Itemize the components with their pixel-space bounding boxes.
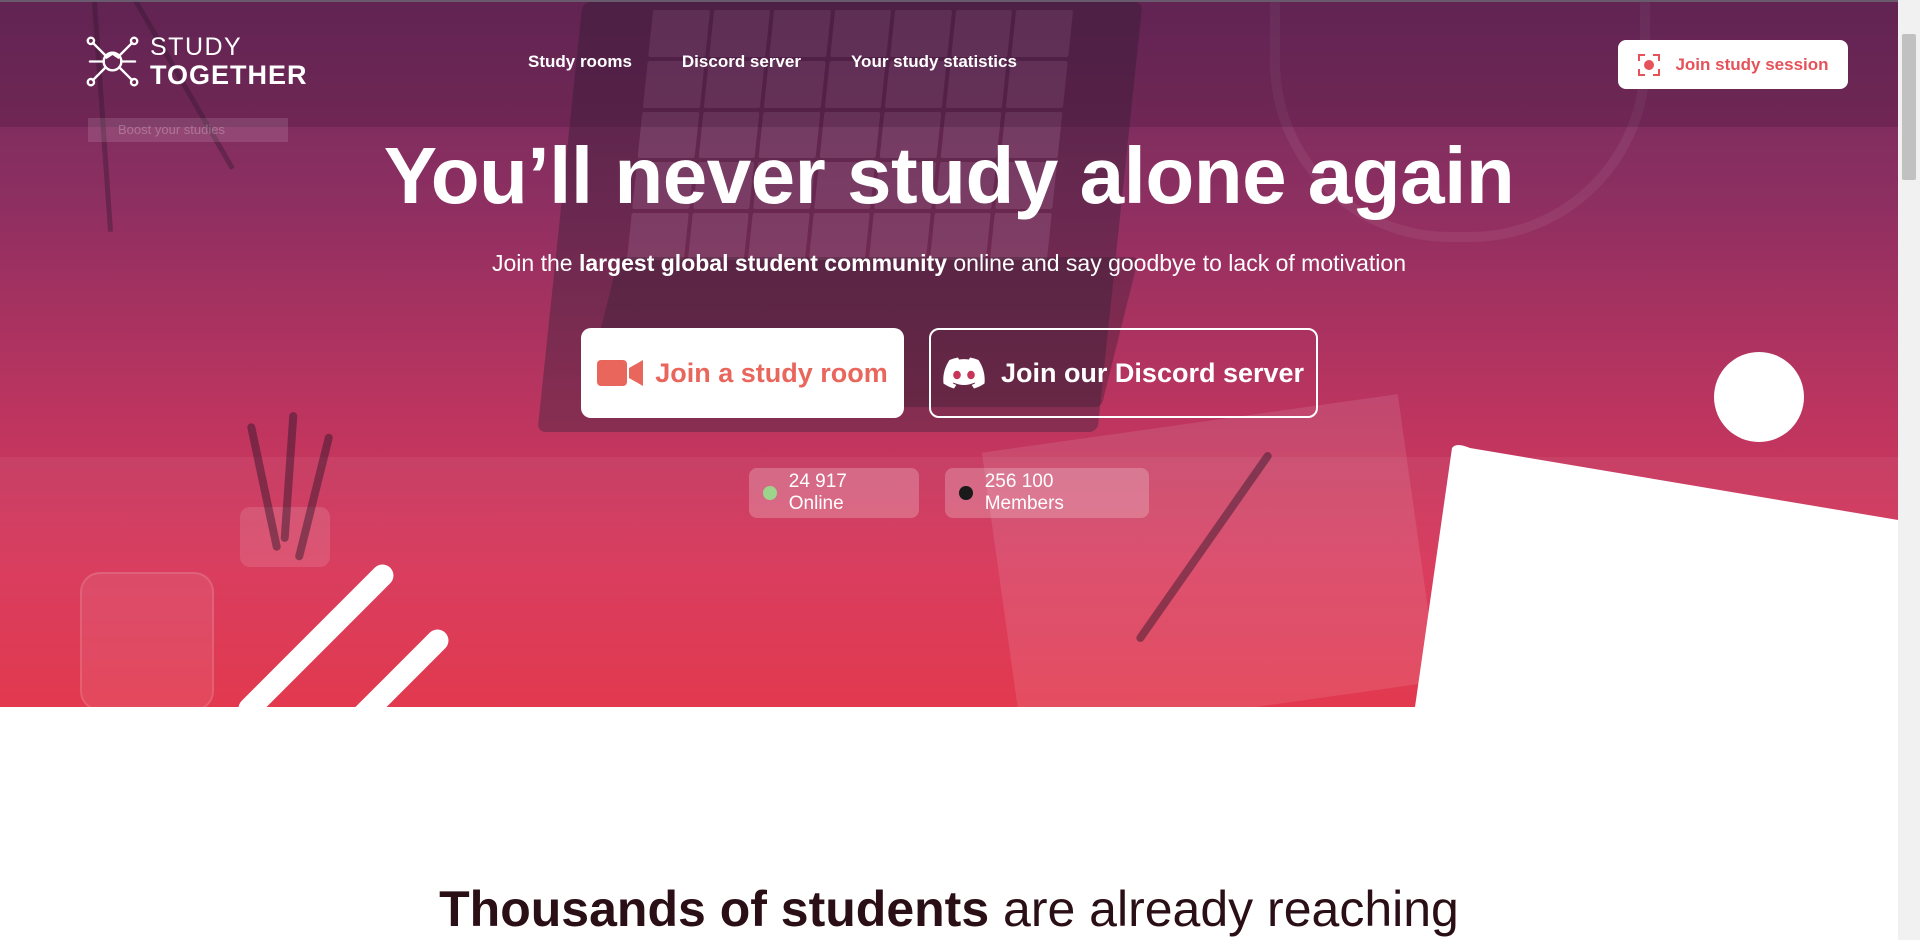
join-discord-button[interactable]: Join our Discord server [929, 328, 1318, 418]
vertical-scrollbar[interactable] [1898, 0, 1920, 940]
brand-line2: TOGETHER [150, 59, 308, 90]
scrollbar-thumb[interactable] [1902, 34, 1916, 180]
video-camera-icon [597, 360, 644, 386]
nav-study-statistics[interactable]: Your study statistics [851, 52, 1017, 72]
online-count: 24 917 Online [788, 471, 847, 514]
record-icon [1638, 53, 1661, 76]
scroll-down-arrow[interactable] [1898, 922, 1920, 940]
section-heading-rest: are already reaching [989, 881, 1459, 937]
subtitle-suffix: online and say goodbye to lack of motiva… [946, 250, 1406, 276]
page: STUDY TOGETHER Boost your studies Study … [0, 0, 1898, 940]
nav-study-rooms[interactable]: Study rooms [528, 52, 632, 72]
discord-icon [943, 357, 985, 389]
hero-subtitle: Join the largest global student communit… [0, 250, 1898, 277]
hero-headline: You’ll never study alone again [383, 131, 1515, 220]
members-count-badge: 256 100 Members [945, 468, 1149, 518]
online-count-badge: 24 917 Online [749, 468, 919, 518]
logo-network-icon [86, 36, 139, 87]
section-heading: Thousands of students are already reachi… [0, 880, 1898, 938]
brand-logo[interactable]: STUDY TOGETHER [85, 34, 308, 89]
scroll-up-arrow[interactable] [1898, 0, 1920, 18]
join-study-room-button[interactable]: Join a study room [581, 328, 904, 418]
brand-name: STUDY TOGETHER [150, 32, 308, 90]
subtitle-prefix: Join the [491, 250, 579, 276]
brand-line1: STUDY [150, 32, 243, 61]
join-study-session-button[interactable]: Join study session [1618, 40, 1848, 89]
members-status-dot [959, 486, 973, 500]
nav-discord-server[interactable]: Discord server [682, 52, 801, 72]
section-heading-bold: Thousands of students [439, 881, 990, 937]
window-top-border [0, 0, 1920, 2]
join-discord-label: Join our Discord server [1000, 357, 1305, 388]
join-study-room-label: Join a study room [655, 357, 888, 388]
subtitle-bold: largest global student community [578, 250, 947, 276]
join-study-session-label: Join study session [1675, 54, 1829, 74]
main-nav: Study rooms Discord server Your study st… [528, 52, 1017, 72]
online-status-dot [763, 486, 777, 500]
decor-circle [1714, 352, 1804, 442]
members-count: 256 100 Members [984, 471, 1064, 514]
